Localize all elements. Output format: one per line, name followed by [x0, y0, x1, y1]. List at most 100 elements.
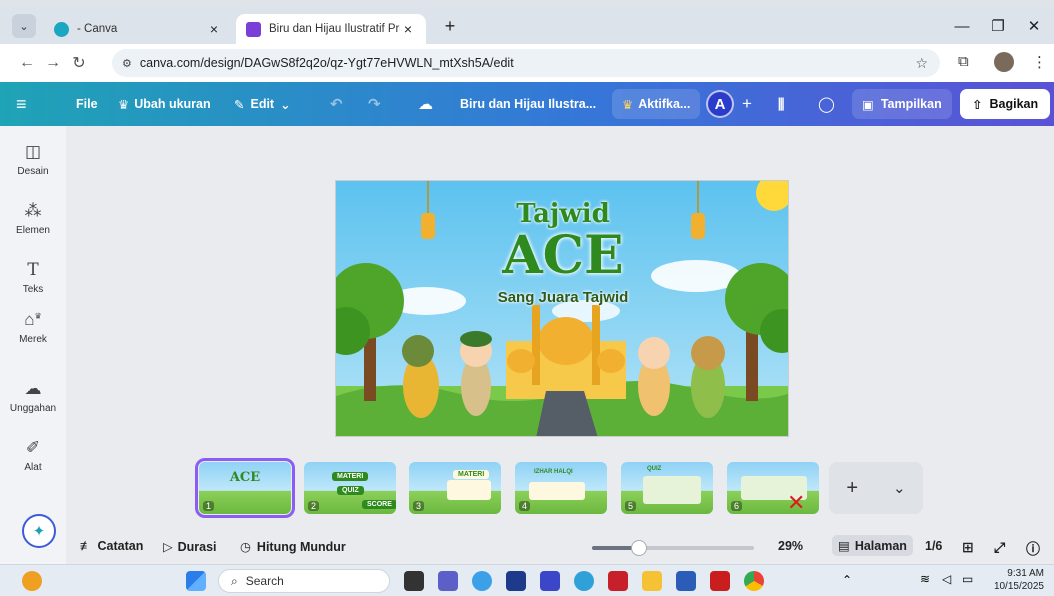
zoom-slider[interactable]	[592, 540, 754, 556]
page-thumbnail-5[interactable]: QUIZ 5	[621, 462, 713, 514]
pencil-icon: ✎	[234, 97, 245, 112]
sidebar-item-merek[interactable]: ⌂♛ Merek	[0, 310, 66, 345]
site-settings-icon[interactable]: ⚙	[122, 57, 132, 70]
bookmark-star-icon[interactable]: ☆	[915, 55, 928, 72]
chevron-down-icon[interactable]: ⌄	[893, 479, 906, 497]
activate-button[interactable]: ♛ Aktifka...	[612, 89, 701, 119]
page-thumbnail-4[interactable]: IZHAR HALQI 4	[515, 462, 607, 514]
browser-menu-icon[interactable]: ⋮	[1032, 53, 1047, 71]
app-icon[interactable]	[540, 571, 560, 591]
tab-presentation[interactable]: Biru dan Hijau Ilustratif Presenta ×	[236, 14, 426, 44]
upload-icon: ☁	[24, 379, 42, 398]
mcafee-icon[interactable]	[608, 571, 628, 591]
word-icon[interactable]	[676, 571, 696, 591]
notes-button[interactable]: ≢ Catatan	[80, 539, 143, 553]
file-menu[interactable]: File	[76, 89, 98, 119]
sidebar-item-teks[interactable]: T Teks	[0, 260, 66, 295]
forward-icon[interactable]: →	[40, 54, 66, 72]
redo-icon[interactable]: ↷	[368, 89, 381, 119]
left-sidebar: ◫ Desain ⁂ Elemen T Teks ⌂♛ Merek ☁ Ungg…	[0, 126, 66, 564]
slide-title-ace[interactable]: ACE	[336, 225, 788, 286]
grid-view-icon[interactable]: ⊞	[962, 539, 974, 556]
back-icon[interactable]: ←	[14, 54, 40, 72]
copilot-icon[interactable]	[472, 571, 492, 591]
battery-icon[interactable]: ▭	[962, 572, 973, 586]
page-thumbnail-3[interactable]: MATERI 3	[409, 462, 501, 514]
tab-close-icon[interactable]: ×	[400, 21, 416, 37]
reload-icon[interactable]: ↻	[66, 53, 92, 73]
browser-tab-bar: ⌄ - Canva × Biru dan Hijau Ilustratif Pr…	[0, 8, 1054, 44]
notes-label: Catatan	[97, 539, 144, 553]
present-button[interactable]: ▣ Tampilkan	[852, 89, 952, 119]
windows-taskbar: ⌕ Search ⌃ ≋ ◁ ▭ 9:31 AM 10/15/2025	[0, 564, 1054, 596]
page-number: 5	[625, 501, 637, 511]
chrome-icon[interactable]	[744, 571, 764, 591]
thumb-badge: MATERI	[332, 472, 369, 481]
design-title[interactable]: Biru dan Hijau Ilustra...	[460, 89, 596, 119]
windows-start-icon[interactable]	[186, 571, 206, 591]
new-tab-button[interactable]: +	[438, 16, 462, 37]
close-window-button[interactable]: ✕	[1014, 8, 1054, 44]
sparkle-icon: ✦	[32, 523, 46, 540]
user-avatar[interactable]: A	[706, 89, 734, 119]
add-page-icon[interactable]: +	[846, 477, 858, 500]
volume-icon[interactable]: ◁	[942, 572, 951, 586]
page-thumbnail-2[interactable]: MATERI QUIZ SCORE 2	[304, 462, 396, 514]
maximize-button[interactable]: ❐	[978, 8, 1018, 44]
slide-canvas[interactable]: Tajwid ACE Sang Juara Tajwid	[335, 180, 789, 437]
taskbar-search[interactable]: ⌕ Search	[218, 569, 390, 593]
share-button[interactable]: ⇧ Bagikan	[960, 89, 1051, 119]
brand-icon: ⌂♛	[24, 310, 42, 329]
sidebar-item-alat[interactable]: ✐ Alat	[0, 438, 66, 473]
wifi-icon[interactable]: ≋	[920, 572, 930, 586]
add-collaborator-icon[interactable]: +	[742, 89, 752, 119]
insights-icon[interactable]: ⫼	[778, 89, 784, 119]
search-placeholder: Search	[245, 574, 284, 588]
search-icon: ⌕	[231, 573, 238, 588]
page-number: 2	[308, 501, 320, 511]
page-thumbnail-6[interactable]: ✕ 6	[727, 462, 819, 514]
minimize-button[interactable]: —	[942, 8, 982, 44]
task-view-icon[interactable]	[404, 571, 424, 591]
profile-avatar[interactable]	[994, 52, 1014, 72]
edit-menu[interactable]: ✎ Edit ⌄	[234, 89, 291, 119]
avatar-letter: A	[706, 90, 734, 118]
cloud-saved-icon[interactable]: ☁	[418, 89, 433, 119]
teams-icon[interactable]	[438, 571, 458, 591]
sidebar-item-unggahan[interactable]: ☁ Unggahan	[0, 379, 66, 414]
store-icon[interactable]	[506, 571, 526, 591]
magic-assistant-button[interactable]: ✦	[22, 514, 56, 548]
help-icon[interactable]: ⓘ	[1026, 539, 1040, 559]
thumb-panel	[643, 476, 701, 504]
weather-widget-icon[interactable]	[22, 571, 42, 591]
slide-subtitle[interactable]: Sang Juara Tajwid	[336, 289, 788, 306]
sidebar-item-elemen[interactable]: ⁂ Elemen	[0, 201, 66, 236]
undo-icon[interactable]: ↶	[330, 89, 343, 119]
tab-close-icon[interactable]: ×	[206, 21, 222, 37]
text-icon: T	[27, 260, 39, 280]
tab-canva[interactable]: - Canva ×	[44, 14, 232, 44]
extensions-icon[interactable]: ⧉	[958, 53, 969, 70]
thumb-badge: QUIZ	[647, 466, 662, 472]
comment-icon[interactable]: ◯	[818, 89, 835, 119]
taskbar-clock[interactable]: 9:31 AM 10/15/2025	[994, 567, 1044, 593]
clock-time: 9:31 AM	[1007, 568, 1044, 579]
main-menu-icon[interactable]: ≡	[16, 89, 27, 119]
sidebar-item-desain[interactable]: ◫ Desain	[0, 142, 66, 177]
address-bar[interactable]: ⚙ canva.com/design/DAGwS8f2q2o/qz-Ygt77e…	[112, 49, 940, 77]
pages-button[interactable]: ▤ Halaman	[832, 535, 913, 556]
countdown-button[interactable]: ◷ Hitung Mundur	[240, 539, 346, 555]
zoom-slider-handle[interactable]	[631, 540, 647, 556]
resize-button[interactable]: ♛ Ubah ukuran	[118, 89, 211, 119]
fullscreen-icon[interactable]: ⤢	[994, 539, 1005, 556]
page-thumbnail-1[interactable]: ACE 1	[195, 458, 295, 518]
browser-nav-bar: ← → ↻ ⚙ canva.com/design/DAGwS8f2q2o/qz-…	[0, 44, 1054, 82]
zoom-level[interactable]: 29%	[778, 539, 803, 553]
duration-button[interactable]: ▷ Durasi	[163, 539, 217, 555]
tab-search-icon[interactable]: ⌄	[12, 14, 36, 38]
share-label: Bagikan	[989, 97, 1039, 111]
edge-icon[interactable]	[574, 571, 594, 591]
tray-chevron-icon[interactable]: ⌃	[842, 573, 852, 587]
acrobat-icon[interactable]	[710, 571, 730, 591]
file-explorer-icon[interactable]	[642, 571, 662, 591]
